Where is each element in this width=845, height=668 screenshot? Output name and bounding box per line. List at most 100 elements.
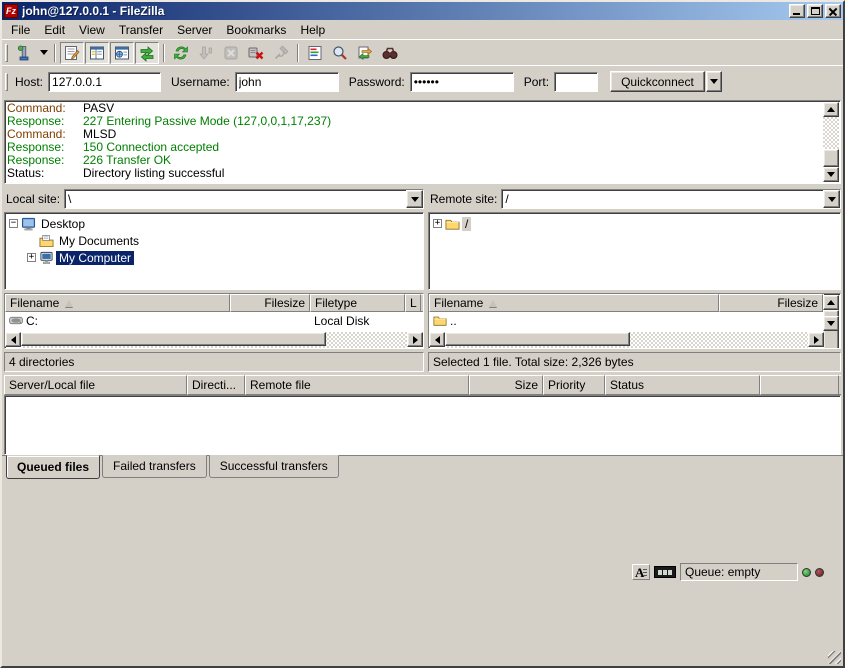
speed-limit-icon[interactable] [654,566,676,578]
scroll-down-icon[interactable] [823,167,839,182]
site-manager-dropdown[interactable] [37,42,50,64]
site-manager-icon [15,44,33,62]
menu-file[interactable]: File [4,21,37,39]
scroll-down-icon[interactable] [823,316,839,331]
local-list-hscrollbar[interactable] [5,332,423,348]
tree-expander-minus-icon[interactable]: − [9,219,18,228]
scroll-left-icon[interactable] [429,332,445,347]
reconnect-button[interactable] [269,42,293,64]
remote-list-vscrollbar[interactable] [823,295,839,331]
toggle-local-tree-button[interactable] [85,42,109,64]
scroll-up-icon[interactable] [823,295,839,310]
scroll-thumb[interactable] [445,332,630,346]
password-input[interactable] [410,72,514,92]
site-manager-button[interactable] [12,42,36,64]
maximize-button[interactable] [807,4,823,18]
chevron-down-icon [40,50,48,55]
column-header-filename[interactable]: Filename [5,294,230,312]
process-queue-button[interactable] [194,42,218,64]
username-label: Username: [171,75,230,89]
tree-item-item[interactable]: +/ [429,215,840,232]
toggle-message-log-button[interactable] [60,42,84,64]
host-input[interactable] [48,72,161,92]
column-label: Server/Local file [9,378,95,392]
remote-list-hscrollbar[interactable] [429,332,824,348]
ascii-data-type-icon[interactable]: A [632,564,650,580]
tree-item-my-documents[interactable]: My Documents [5,232,423,249]
directory-filters-button[interactable] [303,42,327,64]
port-input[interactable] [554,72,598,92]
resize-grip[interactable] [828,651,841,664]
refresh-button[interactable] [169,42,193,64]
tree-item-my-computer[interactable]: +My Computer [5,249,423,266]
quickconnect-grip[interactable] [5,73,8,91]
scroll-up-icon[interactable] [823,102,839,117]
queue-column-priority[interactable]: Priority [543,375,605,395]
filename-text: C: [26,314,38,328]
toggle-message-log-icon [63,44,81,62]
column-header-filesize[interactable]: Filesize [719,294,823,312]
tab-successful-transfers[interactable]: Successful transfers [209,455,339,478]
scroll-thumb[interactable] [823,149,839,167]
username-input[interactable] [235,72,339,92]
column-label: Filename [10,296,59,310]
column-header-filesize[interactable]: Filesize [230,294,310,312]
quickconnect-dropdown[interactable] [706,71,722,92]
tree-expander-plus-icon[interactable]: + [433,219,442,228]
queue-column-status[interactable]: Status [605,375,760,395]
column-header-l[interactable]: L [405,294,421,312]
scroll-left-icon[interactable] [5,332,21,347]
minimize-button[interactable] [789,4,805,18]
queue-column-size[interactable]: Size [469,375,543,395]
find-files-button[interactable] [378,42,402,64]
remote-combo-dropdown[interactable] [823,190,840,208]
remote-pane: Remote site: / +/ FilenameFilesize ..for… [428,188,841,372]
remote-status: Selected 1 file. Total size: 2,326 bytes [428,352,841,372]
menu-bookmarks[interactable]: Bookmarks [219,21,293,39]
compare-directories-button[interactable] [328,42,352,64]
menu-view[interactable]: View [72,21,112,39]
log-label: Status: [7,167,83,180]
menu-help[interactable]: Help [293,21,332,39]
scroll-right-icon[interactable] [407,332,423,347]
remote-site-combobox[interactable]: / [501,189,841,209]
tab-failed-transfers[interactable]: Failed transfers [102,455,207,478]
column-header-filename[interactable]: Filename [429,294,719,312]
close-button[interactable] [825,4,841,18]
column-header-filetype[interactable]: Filetype [310,294,405,312]
toggle-remote-tree-button[interactable] [110,42,134,64]
password-label: Password: [349,75,405,89]
queue-column-remote-file[interactable]: Remote file [245,375,469,395]
tree-item-desktop[interactable]: −Desktop [5,215,423,232]
quickconnect-button[interactable]: Quickconnect [610,71,705,92]
scroll-thumb[interactable] [21,332,326,346]
message-log-scrollbar[interactable] [823,102,839,182]
local-list-body: C:Local Disk [5,312,423,332]
sort-ascending-icon [489,300,497,307]
menu-bar: FileEditViewTransferServerBookmarksHelp [2,20,843,40]
queue-column-item[interactable] [760,375,839,395]
column-label: L [410,296,417,310]
scroll-right-icon[interactable] [808,332,824,347]
toggle-queue-button[interactable] [135,42,159,64]
disconnect-icon [247,44,265,62]
toolbar-grip[interactable] [5,44,8,62]
synchronized-browsing-button[interactable] [353,42,377,64]
menu-server[interactable]: Server [170,21,219,39]
queue-column-server-local-file[interactable]: Server/Local file [4,375,187,395]
remote-list-body: ..forbiddenimgrestrictedxamppapache_pb.g… [429,312,824,332]
local-combo-dropdown[interactable] [406,190,423,208]
tree-expander-plus-icon[interactable]: + [27,253,36,262]
menu-edit[interactable]: Edit [37,21,72,39]
disconnect-button[interactable] [244,42,268,64]
local-site-combobox[interactable]: \ [64,189,424,209]
file-panes: Local site: \ −DesktopMy Documents+My Co… [2,186,843,374]
tab-queued-files[interactable]: Queued files [6,455,100,479]
activity-led-red-icon [815,568,824,577]
file-row-item[interactable]: .. [429,312,824,329]
file-row-c[interactable]: C:Local Disk [5,312,423,329]
queue-column-directi[interactable]: Directi... [187,375,245,395]
menu-transfer[interactable]: Transfer [112,21,170,39]
cancel-operation-button[interactable] [219,42,243,64]
process-queue-icon [197,44,215,62]
